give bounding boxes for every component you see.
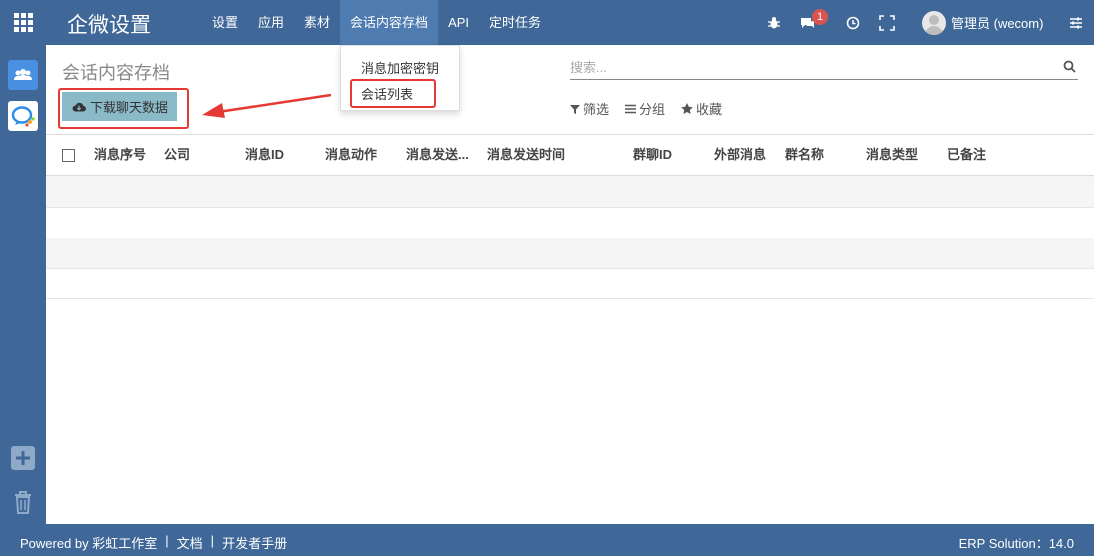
column-header[interactable]: 已备注 [947, 135, 986, 175]
bug-icon[interactable] [767, 0, 783, 45]
column-header[interactable]: 外部消息 [714, 135, 766, 175]
dropdown-item-encryption-key[interactable]: 消息加密密钥 [361, 58, 439, 77]
messages-badge: 1 [812, 9, 828, 25]
trash-icon [15, 491, 31, 514]
column-header[interactable]: 群聊ID [633, 135, 672, 175]
annotation-arrow-icon [202, 93, 332, 118]
contacts-app-button[interactable] [8, 60, 38, 90]
filter-button[interactable]: 筛选 [570, 99, 609, 118]
search-input[interactable] [570, 56, 1050, 78]
menu-materials[interactable]: 素材 [294, 0, 340, 45]
search-facets: 筛选 分组 收藏 [570, 99, 738, 118]
developer-manual-link[interactable]: 开发者手册 [222, 533, 287, 552]
column-header[interactable]: 消息发送... [406, 135, 469, 175]
wecom-app-button[interactable] [8, 101, 38, 131]
menu-scheduled-tasks[interactable]: 定时任务 [479, 0, 551, 45]
user-name: 管理员 (wecom) [951, 16, 1044, 31]
trash-button[interactable] [8, 487, 38, 517]
column-header[interactable]: 消息发送时间 [487, 135, 565, 175]
powered-by-link[interactable]: Powered by 彩虹工作室 [20, 533, 157, 552]
footer-separator: | [210, 533, 215, 548]
footer-separator: | [165, 533, 169, 548]
user-menu[interactable]: 管理员 (wecom) [922, 0, 1052, 45]
menu-apps[interactable]: 应用 [248, 0, 294, 45]
clock-icon[interactable] [846, 0, 862, 45]
apps-grid-icon[interactable] [14, 13, 34, 32]
table-row [46, 238, 1094, 269]
main-menu: 设置 应用 素材 会话内容存档 API 定时任务 [202, 0, 551, 45]
column-header[interactable]: 消息类型 [866, 135, 918, 175]
sliders-icon[interactable] [1069, 0, 1085, 45]
plus-square-icon [11, 446, 35, 470]
wecom-chat-icon [11, 106, 35, 127]
menu-api[interactable]: API [438, 0, 479, 45]
app-brand: 企微设置 [67, 14, 151, 37]
filter-icon [570, 104, 580, 114]
left-sidebar [0, 45, 46, 524]
search-bar [570, 56, 1078, 80]
column-header[interactable]: 公司 [164, 135, 190, 175]
table-row [46, 208, 1094, 239]
page-title: 会话内容存档 [62, 63, 170, 83]
users-icon [14, 69, 32, 80]
menu-chat-archive[interactable]: 会话内容存档 [340, 0, 439, 45]
search-icon[interactable] [1063, 60, 1076, 76]
column-header[interactable]: 消息序号 [94, 135, 146, 175]
top-navbar: 企微设置 设置 应用 素材 会话内容存档 API 定时任务 1 管理员 (wec… [0, 0, 1094, 45]
select-all-checkbox[interactable] [62, 149, 75, 162]
table-header: 消息序号 公司 消息ID 消息动作 消息发送... 消息发送时间 群聊ID 外部… [46, 134, 1094, 176]
favorites-button[interactable]: 收藏 [681, 99, 722, 118]
bars-icon [625, 104, 637, 113]
column-header[interactable]: 消息ID [245, 135, 284, 175]
star-icon [681, 103, 693, 114]
footer: Powered by 彩虹工作室 | 文档 | 开发者手册 ERP Soluti… [0, 524, 1094, 556]
column-header[interactable]: 消息动作 [325, 135, 377, 175]
documentation-link[interactable]: 文档 [177, 533, 203, 552]
messages-icon[interactable]: 1 [800, 0, 834, 45]
download-highlight-box [58, 88, 189, 129]
avatar [922, 10, 946, 35]
session-list-highlight-box [350, 79, 436, 108]
add-app-button[interactable] [8, 443, 38, 473]
fullscreen-icon[interactable] [879, 0, 897, 45]
version-label: ERP Solution：14.0 [958, 536, 1074, 551]
table-row [46, 177, 1094, 208]
group-by-button[interactable]: 分组 [625, 99, 665, 118]
footer-links: Powered by 彩虹工作室 | 文档 | 开发者手册 [20, 533, 295, 552]
table-row [46, 268, 1094, 299]
menu-settings[interactable]: 设置 [202, 0, 248, 45]
column-header[interactable]: 群名称 [785, 135, 824, 175]
